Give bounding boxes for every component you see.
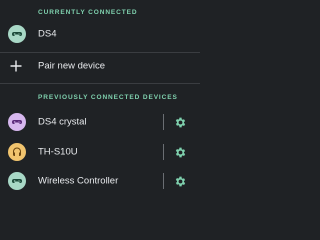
- gear-icon: [175, 117, 185, 127]
- separator: [163, 173, 164, 189]
- headphones-icon: [8, 143, 26, 161]
- device-settings-button[interactable]: [173, 174, 187, 188]
- device-name: DS4: [38, 28, 57, 40]
- gear-icon: [175, 176, 185, 186]
- gear-icon: [175, 147, 185, 157]
- device-row-ds4[interactable]: DS4: [0, 21, 200, 47]
- device-row-ds4-crystal[interactable]: DS4 crystal: [0, 109, 200, 135]
- separator: [163, 114, 164, 130]
- divider: [0, 83, 200, 84]
- device-row-th-s10u[interactable]: TH-S10U: [0, 139, 200, 165]
- currently-connected-header: CURRENTLY CONNECTED: [38, 9, 138, 16]
- device-name: DS4 crystal: [38, 116, 87, 128]
- device-name: TH-S10U: [38, 146, 78, 158]
- device-row-wireless-controller[interactable]: Wireless Controller: [0, 168, 200, 194]
- bluetooth-devices-screen: CURRENTLY CONNECTED DS4 Pair new device …: [0, 0, 200, 200]
- pair-new-device-button[interactable]: Pair new device: [0, 53, 200, 79]
- device-settings-button[interactable]: [173, 145, 187, 159]
- previously-connected-header: PREVIOUSLY CONNECTED DEVICES: [38, 94, 178, 101]
- separator: [163, 144, 164, 160]
- gamepad-icon: [8, 113, 26, 131]
- gamepad-icon: [8, 25, 26, 43]
- device-settings-button[interactable]: [173, 115, 187, 129]
- pair-new-device-label: Pair new device: [38, 60, 106, 72]
- gamepad-icon: [8, 172, 26, 190]
- device-name: Wireless Controller: [38, 175, 119, 187]
- plus-icon: [10, 60, 22, 72]
